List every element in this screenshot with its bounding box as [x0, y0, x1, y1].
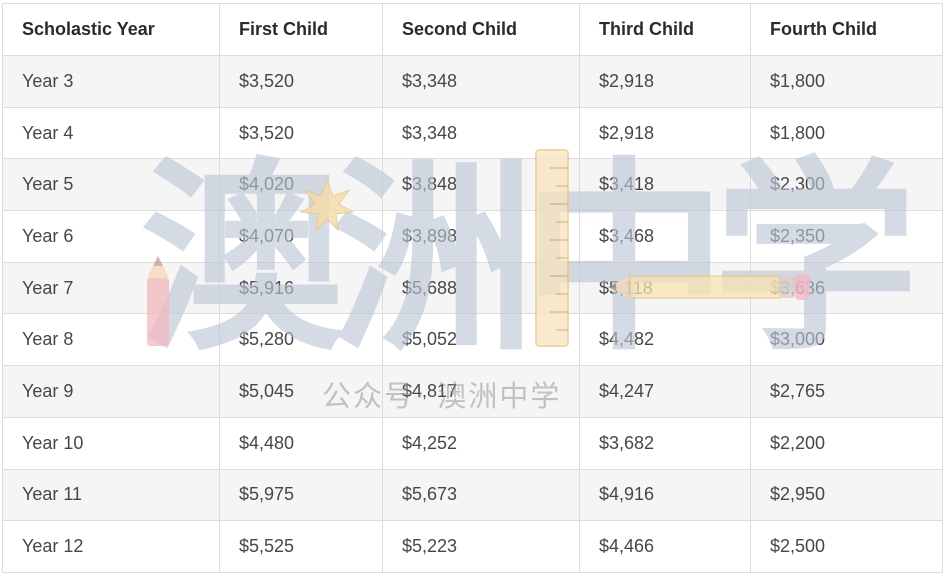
cell-year: Year 7: [2, 261, 220, 315]
cell-first-child: $4,480: [219, 416, 383, 470]
cell-fourth-child: $2,200: [750, 416, 943, 470]
table-row: Year 9 $5,045 $4,817 $4,247 $2,765: [2, 365, 943, 418]
cell-first-child: $5,045: [219, 365, 383, 418]
table-body: Year 3 $3,520 $3,348 $2,918 $1,800 Year …: [2, 55, 943, 573]
cell-year: Year 9: [2, 365, 220, 418]
cell-year: Year 4: [2, 106, 220, 160]
table-row: Year 5 $4,020 $3,848 $3,418 $2,300: [2, 158, 943, 212]
cell-fourth-child: $3,636: [750, 261, 943, 315]
school-fees-table: Scholastic Year First Child Second Child…: [2, 3, 943, 573]
header-third-child: Third Child: [579, 3, 751, 56]
cell-year: Year 6: [2, 210, 220, 263]
cell-year: Year 5: [2, 158, 220, 212]
cell-second-child: $4,252: [382, 416, 580, 470]
cell-third-child: $3,468: [579, 210, 751, 263]
cell-first-child: $4,020: [219, 158, 383, 212]
cell-fourth-child: $3,000: [750, 313, 943, 367]
cell-third-child: $4,466: [579, 520, 751, 573]
cell-first-child: $4,070: [219, 210, 383, 263]
cell-fourth-child: $1,800: [750, 106, 943, 160]
cell-fourth-child: $2,765: [750, 365, 943, 418]
cell-fourth-child: $2,350: [750, 210, 943, 263]
cell-year: Year 11: [2, 468, 220, 522]
cell-second-child: $3,348: [382, 106, 580, 160]
cell-year: Year 3: [2, 55, 220, 108]
cell-fourth-child: $2,300: [750, 158, 943, 212]
cell-fourth-child: $2,950: [750, 468, 943, 522]
cell-third-child: $4,482: [579, 313, 751, 367]
cell-second-child: $5,673: [382, 468, 580, 522]
cell-second-child: $3,848: [382, 158, 580, 212]
cell-first-child: $5,916: [219, 261, 383, 315]
cell-year: Year 10: [2, 416, 220, 470]
table-row: Year 8 $5,280 $5,052 $4,482 $3,000: [2, 313, 943, 367]
table-row: Year 11 $5,975 $5,673 $4,916 $2,950: [2, 468, 943, 522]
cell-third-child: $4,916: [579, 468, 751, 522]
table-row: Year 6 $4,070 $3,898 $3,468 $2,350: [2, 210, 943, 263]
cell-first-child: $3,520: [219, 106, 383, 160]
cell-first-child: $5,525: [219, 520, 383, 573]
cell-year: Year 12: [2, 520, 220, 573]
cell-second-child: $5,052: [382, 313, 580, 367]
header-second-child: Second Child: [382, 3, 580, 56]
cell-second-child: $5,688: [382, 261, 580, 315]
header-first-child: First Child: [219, 3, 383, 56]
table-row: Year 7 $5,916 $5,688 $5,118 $3,636: [2, 261, 943, 315]
header-fourth-child: Fourth Child: [750, 3, 943, 56]
table-row: Year 3 $3,520 $3,348 $2,918 $1,800: [2, 55, 943, 108]
cell-second-child: $3,898: [382, 210, 580, 263]
cell-second-child: $4,817: [382, 365, 580, 418]
header-row: Scholastic Year First Child Second Child…: [2, 3, 943, 56]
table-header: Scholastic Year First Child Second Child…: [2, 3, 943, 56]
header-scholastic-year: Scholastic Year: [2, 3, 220, 56]
cell-fourth-child: $2,500: [750, 520, 943, 573]
cell-first-child: $5,280: [219, 313, 383, 367]
cell-third-child: $3,682: [579, 416, 751, 470]
cell-fourth-child: $1,800: [750, 55, 943, 108]
cell-second-child: $5,223: [382, 520, 580, 573]
cell-third-child: $3,418: [579, 158, 751, 212]
cell-third-child: $2,918: [579, 55, 751, 108]
table-row: Year 12 $5,525 $5,223 $4,466 $2,500: [2, 520, 943, 573]
cell-second-child: $3,348: [382, 55, 580, 108]
cell-first-child: $3,520: [219, 55, 383, 108]
cell-third-child: $4,247: [579, 365, 751, 418]
table-row: Year 4 $3,520 $3,348 $2,918 $1,800: [2, 106, 943, 160]
cell-year: Year 8: [2, 313, 220, 367]
cell-third-child: $2,918: [579, 106, 751, 160]
table-row: Year 10 $4,480 $4,252 $3,682 $2,200: [2, 416, 943, 470]
cell-first-child: $5,975: [219, 468, 383, 522]
cell-third-child: $5,118: [579, 261, 751, 315]
